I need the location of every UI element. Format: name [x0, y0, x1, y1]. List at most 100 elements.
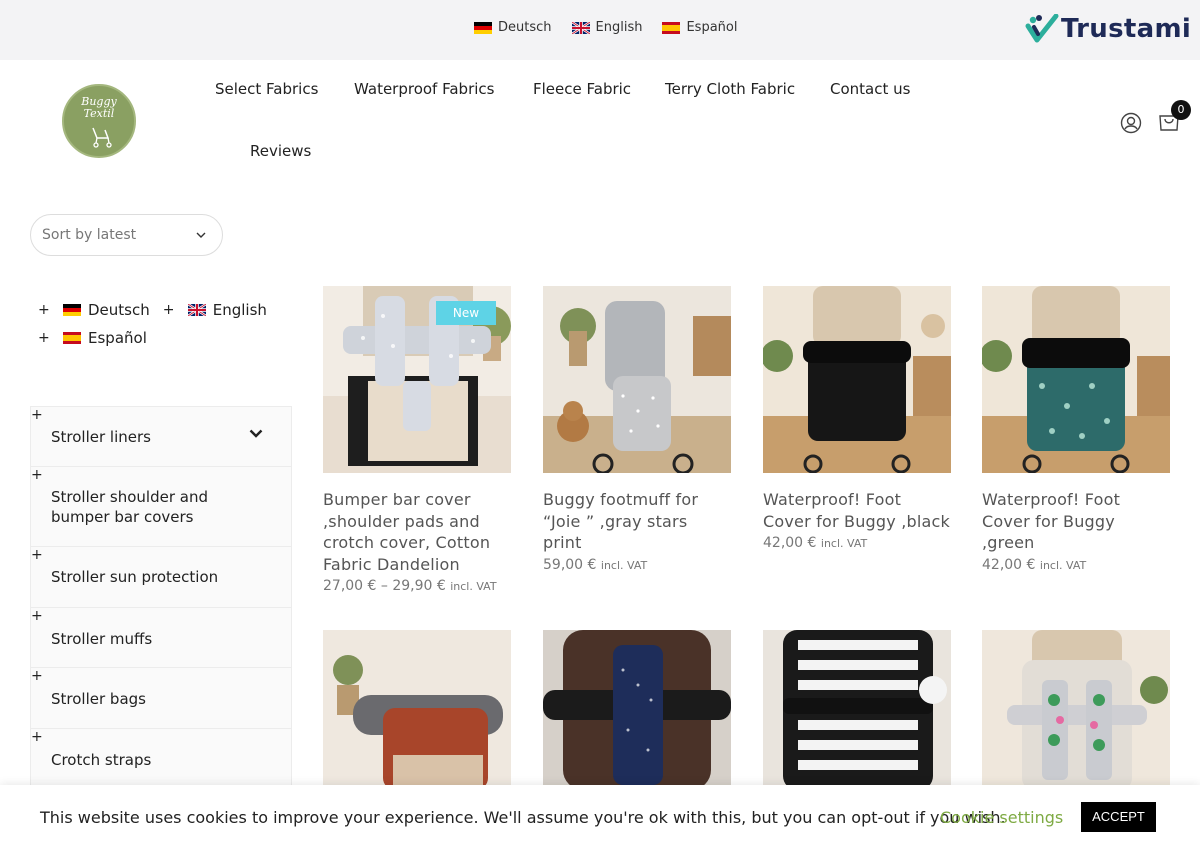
category-sun-protection[interactable]: + Stroller sun protection: [31, 547, 291, 608]
language-english[interactable]: English: [571, 20, 643, 35]
price-value: 42,00 €: [982, 556, 1036, 573]
germany-flag-icon: [63, 304, 81, 316]
sidebar-language-espanol[interactable]: Español: [63, 329, 147, 347]
uk-flag-icon: [187, 304, 206, 316]
trustami-logo-icon: [1025, 14, 1059, 43]
language-label: English: [595, 20, 643, 35]
cart-button[interactable]: 0: [1158, 100, 1191, 136]
price-value: 42,00 €: [763, 535, 817, 551]
product-image[interactable]: New: [323, 286, 511, 473]
expand-plus[interactable]: +: [31, 407, 43, 423]
product-title[interactable]: Waterproof! Foot Cover for Buggy ,green: [982, 489, 1170, 554]
nav-fleece-fabric[interactable]: Fleece Fabric: [533, 80, 631, 98]
sort-select[interactable]: Sort by latest: [30, 214, 223, 256]
user-account-icon[interactable]: [1120, 112, 1142, 134]
language-label: English: [212, 301, 267, 319]
language-label: Español: [88, 329, 147, 347]
spain-flag-icon: [63, 332, 81, 344]
product-image[interactable]: [763, 286, 951, 473]
language-deutsch[interactable]: Deutsch: [474, 20, 552, 35]
price-value: 59,00 €: [543, 556, 597, 573]
stroller-icon: [92, 127, 112, 148]
uk-flag-icon: [571, 21, 590, 34]
nav-waterproof-fabrics[interactable]: Waterproof Fabrics: [354, 80, 494, 98]
expand-plus[interactable]: +: [31, 547, 43, 563]
product-card[interactable]: Waterproof! Foot Cover for Buggy ,green …: [982, 286, 1170, 573]
category-list: + Stroller liners + Stroller shoulder an…: [30, 406, 292, 789]
product-price: 27,00 € – 29,90 € incl. VAT: [323, 578, 511, 594]
category-label: Stroller muffs: [51, 630, 153, 648]
cart-count-badge: 0: [1171, 100, 1191, 120]
language-switcher: Deutsch English Español: [474, 20, 737, 35]
product-image[interactable]: [982, 286, 1170, 473]
vat-note: incl. VAT: [820, 537, 868, 550]
product-card[interactable]: Waterproof! Foot Cover for Buggy ,black …: [763, 286, 951, 551]
language-label: Español: [686, 20, 738, 35]
category-stroller-bags[interactable]: + Stroller bags: [31, 668, 291, 729]
category-label: Crotch straps: [51, 751, 152, 769]
product-card[interactable]: [763, 630, 951, 790]
language-label: Deutsch: [498, 20, 552, 35]
sidebar-language-list: + Deutsch + English + Español: [38, 296, 280, 352]
product-image[interactable]: [323, 630, 511, 790]
accept-cookies-button[interactable]: ACCEPT: [1081, 802, 1156, 832]
price-value: 27,00 € – 29,90 €: [323, 578, 446, 594]
category-label: Stroller shoulder and bumper bar covers: [51, 488, 208, 526]
category-label: Stroller liners: [51, 428, 151, 446]
vat-note: incl. VAT: [600, 558, 648, 572]
sort-label: Sort by latest: [42, 227, 137, 243]
product-image[interactable]: [543, 286, 731, 473]
product-price: 42,00 € incl. VAT: [763, 535, 951, 551]
trustami-badge[interactable]: Trustami: [1025, 14, 1191, 44]
product-image[interactable]: [543, 630, 731, 790]
expand-plus[interactable]: +: [31, 467, 43, 483]
header-actions: 0: [1120, 100, 1191, 136]
site-logo[interactable]: Buggy Textil: [62, 84, 136, 158]
logo-text-line: Textil: [83, 107, 115, 120]
product-card[interactable]: Buggy footmuff for “Joie ” ,gray stars p…: [543, 286, 731, 573]
germany-flag-icon: [474, 21, 492, 34]
expand-plus[interactable]: +: [31, 729, 43, 745]
product-title[interactable]: Waterproof! Foot Cover for Buggy ,black: [763, 489, 951, 532]
category-stroller-liners[interactable]: + Stroller liners: [31, 407, 291, 467]
nav-reviews[interactable]: Reviews: [250, 142, 311, 160]
product-title[interactable]: Bumper bar cover ,shoulder pads and crot…: [323, 489, 511, 575]
chevron-down-icon: [196, 232, 206, 238]
nav-terry-cloth-fabric[interactable]: Terry Cloth Fabric: [665, 80, 795, 98]
cookie-consent-bar: This website uses cookies to improve you…: [0, 785, 1200, 850]
sidebar-language-english[interactable]: English: [187, 301, 267, 319]
language-label: Deutsch: [88, 301, 150, 319]
product-price: 42,00 € incl. VAT: [982, 557, 1170, 573]
expand-plus[interactable]: +: [31, 668, 43, 684]
category-crotch-straps[interactable]: + Crotch straps: [31, 729, 291, 789]
spain-flag-icon: [662, 21, 681, 34]
product-card[interactable]: [982, 630, 1170, 790]
cookie-settings-link[interactable]: Cookie settings: [940, 808, 1063, 827]
vat-note: incl. VAT: [450, 580, 497, 593]
category-shoulder-bumper-covers[interactable]: + Stroller shoulder and bumper bar cover…: [31, 467, 291, 547]
language-espanol[interactable]: Español: [662, 20, 737, 35]
category-stroller-muffs[interactable]: + Stroller muffs: [31, 608, 291, 668]
nav-contact-us[interactable]: Contact us: [830, 80, 910, 98]
product-card[interactable]: New Bumper bar cover ,shoulder pads and …: [323, 286, 511, 594]
cookie-message: This website uses cookies to improve you…: [40, 808, 1006, 827]
product-card[interactable]: [543, 630, 731, 790]
top-bar: Deutsch English Español Trustami: [0, 0, 1200, 60]
chevron-down-icon[interactable]: [249, 429, 263, 438]
product-image[interactable]: [763, 630, 951, 790]
expand-plus[interactable]: +: [38, 302, 63, 318]
expand-plus[interactable]: +: [163, 302, 188, 318]
product-card[interactable]: [323, 630, 511, 790]
trustami-wordmark: Trustami: [1061, 14, 1192, 44]
nav-select-fabrics[interactable]: Select Fabrics: [215, 80, 318, 98]
sidebar-language-deutsch[interactable]: Deutsch: [63, 301, 150, 319]
expand-plus[interactable]: +: [38, 330, 63, 346]
logo-text: Buggy Textil: [64, 96, 134, 120]
expand-plus[interactable]: +: [31, 608, 43, 624]
product-title[interactable]: Buggy footmuff for “Joie ” ,gray stars p…: [543, 489, 731, 554]
product-price: 59,00 € incl. VAT: [543, 557, 731, 573]
vat-note: incl. VAT: [1039, 558, 1087, 572]
product-image[interactable]: [982, 630, 1170, 790]
category-label: Stroller sun protection: [51, 568, 219, 586]
category-label: Stroller bags: [51, 690, 146, 708]
